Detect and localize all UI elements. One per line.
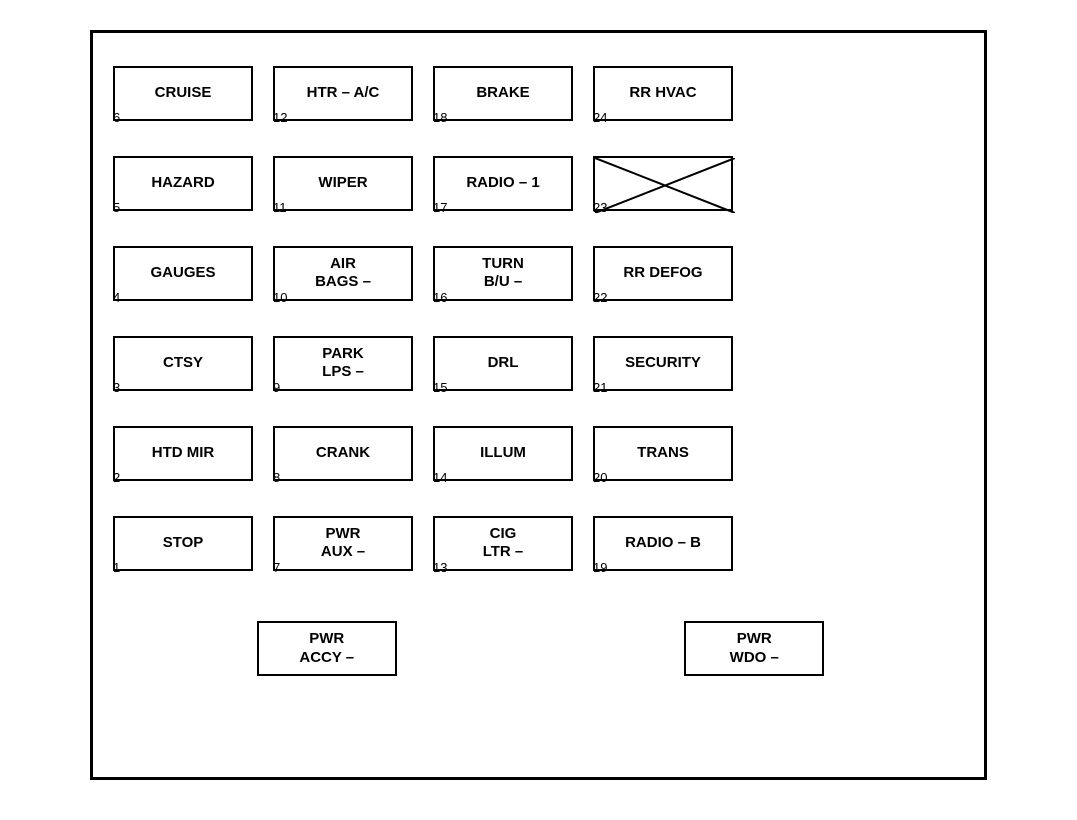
pwr-wdo-line1: PWR	[737, 629, 772, 649]
pwr-aux-line2: AUX –	[321, 543, 365, 561]
pwr-accy-line1: PWR	[309, 629, 344, 649]
fuse-box-park-lps: PARK LPS –	[273, 336, 413, 391]
fuse-box-wiper: WIPER	[273, 156, 413, 211]
fuse-box-cig-ltr: CIG LTR –	[433, 516, 573, 571]
fuse-box-pwr-wdo: PWR WDO –	[684, 621, 824, 676]
fuse-box-stop: STOP	[113, 516, 253, 571]
fuse-box-htd-mir: HTD MIR	[113, 426, 253, 481]
cig-ltr-line2: LTR –	[483, 543, 524, 561]
pwr-accy-line2: ACCY –	[299, 648, 354, 668]
fuse-box-trans: TRANS	[593, 426, 733, 481]
fuse-box-rr-hvac: RR HVAC	[593, 66, 733, 121]
fuse-cruise: CRUISE 6	[113, 63, 253, 143]
fuse-number-12: 12	[273, 110, 287, 125]
fuse-box-rr-defog: RR DEFOG	[593, 246, 733, 301]
turn-bu-line2: B/U –	[484, 273, 522, 291]
fuse-box-security: SECURITY	[593, 336, 733, 391]
fuse-rr-defog: RR DEFOG 22	[593, 243, 733, 323]
fuse-number-5: 5	[113, 200, 120, 215]
fuse-number-3: 3	[113, 380, 120, 395]
fuse-air-bags: AIR BAGS – 10	[273, 243, 413, 323]
fuse-box-air-bags: AIR BAGS –	[273, 246, 413, 301]
park-lps-line1: PARK	[322, 345, 363, 363]
fuse-box-gauges: GAUGES	[113, 246, 253, 301]
fuse-box-brake: BRAKE	[433, 66, 573, 121]
pwr-wdo-line2: WDO –	[730, 648, 779, 668]
fuse-park-lps: PARK LPS – 9	[273, 333, 413, 413]
fuse-box-drl: DRL	[433, 336, 573, 391]
fuse-drl: DRL 15	[433, 333, 573, 413]
fuse-number-20: 20	[593, 470, 607, 485]
fuse-number-17: 17	[433, 200, 447, 215]
fuse-box-pwr-aux: PWR AUX –	[273, 516, 413, 571]
air-bags-line1: AIR	[330, 255, 356, 273]
fuse-crank: CRANK 8	[273, 423, 413, 503]
fuse-number-1: 1	[113, 560, 120, 575]
fuse-htd-mir: HTD MIR 2	[113, 423, 253, 503]
fuse-ctsy: CTSY 3	[113, 333, 253, 413]
fuse-box-x	[593, 156, 733, 211]
fuse-number-23: 23	[593, 200, 607, 215]
park-lps-line2: LPS –	[322, 363, 364, 381]
fuse-wiper: WIPER 11	[273, 153, 413, 233]
fuse-panel-border: CRUISE 6 HTR – A/C 12 BRAKE 18 RR HVAC 2…	[90, 30, 987, 780]
fuse-number-4: 4	[113, 290, 120, 305]
fuse-gauges: GAUGES 4	[113, 243, 253, 323]
fuse-box-cruise: CRUISE	[113, 66, 253, 121]
fuse-number-16: 16	[433, 290, 447, 305]
air-bags-line2: BAGS –	[315, 273, 371, 291]
fuse-number-24: 24	[593, 110, 607, 125]
fuse-box-crank: CRANK	[273, 426, 413, 481]
fuse-number-13: 13	[433, 560, 447, 575]
cig-ltr-line1: CIG	[490, 525, 517, 543]
fuse-number-2: 2	[113, 470, 120, 485]
fuse-box-ctsy: CTSY	[113, 336, 253, 391]
fuse-number-8: 8	[273, 470, 280, 485]
fuse-box-illum: ILLUM	[433, 426, 573, 481]
pwr-aux-line1: PWR	[326, 525, 361, 543]
fuse-number-15: 15	[433, 380, 447, 395]
fuse-stop: STOP 1	[113, 513, 253, 593]
fuse-pwr-accy: PWR ACCY –	[257, 613, 397, 683]
fuse-number-10: 10	[273, 290, 287, 305]
fuse-hazard: HAZARD 5	[113, 153, 253, 233]
fuse-trans: TRANS 20	[593, 423, 733, 503]
fuse-number-22: 22	[593, 290, 607, 305]
fuse-number-9: 9	[273, 380, 280, 395]
fuse-number-11: 11	[273, 200, 287, 215]
fuse-x: 23	[593, 153, 733, 233]
fuse-number-21: 21	[593, 380, 607, 395]
fuse-number-14: 14	[433, 470, 447, 485]
fuse-brake: BRAKE 18	[433, 63, 573, 143]
fuse-rr-hvac: RR HVAC 24	[593, 63, 733, 143]
fuse-number-7: 7	[273, 560, 280, 575]
fuse-number-18: 18	[433, 110, 447, 125]
fuse-illum: ILLUM 14	[433, 423, 573, 503]
fuse-number-19: 19	[593, 560, 607, 575]
fuse-box-radio-1: RADIO – 1	[433, 156, 573, 211]
fuse-box-turn-bu: TURN B/U –	[433, 246, 573, 301]
fuse-box-pwr-accy: PWR ACCY –	[257, 621, 397, 676]
fuse-pwr-wdo: PWR WDO –	[684, 613, 824, 683]
turn-bu-line1: TURN	[482, 255, 524, 273]
fuse-pwr-aux: PWR AUX – 7	[273, 513, 413, 593]
fuse-radio-1: RADIO – 1 17	[433, 153, 573, 233]
fuse-htr-ac: HTR – A/C 12	[273, 63, 413, 143]
fuse-box-hazard: HAZARD	[113, 156, 253, 211]
fuse-box-radio-b: RADIO – B	[593, 516, 733, 571]
fuse-radio-b: RADIO – B 19	[593, 513, 733, 593]
fuse-security: SECURITY 21	[593, 333, 733, 413]
fuse-box-htr-ac: HTR – A/C	[273, 66, 413, 121]
fuse-cig-ltr: CIG LTR – 13	[433, 513, 573, 593]
fuse-turn-bu: TURN B/U – 16	[433, 243, 573, 323]
fuse-number-6: 6	[113, 110, 120, 125]
